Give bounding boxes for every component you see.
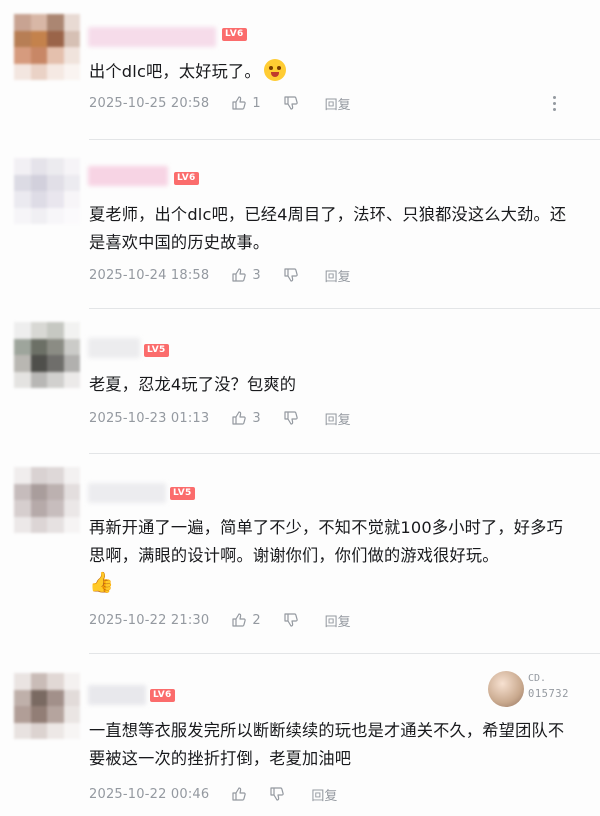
comment-text: 出个dlc吧，太好玩了。 (89, 58, 578, 86)
comment-item: LV5 再新开通了一遍，简单了不少，不知不觉就100多小时了，好多巧思啊，满眼的… (0, 455, 600, 655)
reply-button[interactable]: 回复 (311, 785, 337, 804)
divider (89, 653, 600, 654)
avatar[interactable] (14, 158, 80, 224)
reply-button[interactable]: 回复 (325, 409, 351, 428)
laughing-emoji-icon (263, 59, 286, 81)
comment-meta: 2025-10-22 21:30 2 回复 (89, 610, 351, 630)
comment-text: 再新开通了一遍，简单了不少，不知不觉就100多小时了，好多巧思啊，满眼的设计啊。… (89, 514, 578, 598)
comment-item: LV6 CD. 015732 一直想等衣服发完所以断断续续的玩也是才通关不久，希… (0, 655, 600, 816)
comment-date: 2025-10-22 00:46 (89, 786, 210, 802)
avatar[interactable] (14, 322, 80, 388)
comment-date: 2025-10-22 21:30 (89, 612, 210, 628)
like-count: 1 (252, 95, 261, 111)
comment-body: 再新开通了一遍，简单了不少，不知不觉就100多小时了，好多巧思啊，满眼的设计啊。… (89, 518, 563, 565)
comment-text: 老夏，忍龙4玩了没？包爽的 (89, 375, 297, 394)
comment-item: LV5 老夏，忍龙4玩了没？包爽的 2025-10-23 01:13 3 回复 (0, 310, 600, 455)
comment-date: 2025-10-25 20:58 (89, 95, 210, 111)
comment-item: LV6 夏老师，出个dlc吧，已经4周目了，法环、只狼都没这么大劲。还是喜欢中国… (0, 140, 600, 310)
comment-item: LV6 出个dlc吧，太好玩了。 2025-10-25 20:58 1 回复 (0, 0, 600, 140)
like-icon[interactable] (231, 786, 247, 802)
comment-text: 夏老师，出个dlc吧，已经4周目了，法环、只狼都没这么大劲。还是喜欢中国的历史故… (89, 205, 567, 252)
username[interactable] (88, 685, 146, 705)
dislike-icon[interactable] (269, 786, 285, 802)
comment-body: 出个dlc吧，太好玩了。 (89, 62, 261, 81)
like-count: 3 (252, 267, 261, 283)
level-badge: LV5 (170, 487, 195, 500)
reply-button[interactable]: 回复 (325, 611, 351, 630)
comment-date: 2025-10-24 18:58 (89, 267, 210, 283)
like-icon[interactable] (231, 410, 247, 426)
more-options-icon[interactable] (552, 95, 556, 111)
like-count: 3 (252, 410, 261, 426)
level-badge: LV6 (222, 28, 247, 41)
reply-button[interactable]: 回复 (325, 266, 351, 285)
divider (89, 453, 600, 454)
comment-text: 一直想等衣服发完所以断断续续的玩也是才通关不久，希望团队不要被这一次的挫折打倒，… (89, 721, 565, 768)
username[interactable] (88, 27, 216, 47)
fan-badge-number: 015732 (528, 688, 569, 700)
dislike-icon[interactable] (283, 410, 299, 426)
fan-badge-avatar-icon (488, 671, 524, 707)
reply-button[interactable]: 回复 (325, 94, 351, 113)
comment-meta: 2025-10-22 00:46 回复 (89, 784, 337, 804)
avatar[interactable] (14, 467, 80, 533)
level-badge: LV6 (150, 689, 175, 702)
avatar[interactable] (14, 673, 80, 739)
dislike-icon[interactable] (283, 612, 299, 628)
avatar[interactable] (14, 14, 80, 80)
level-badge: LV6 (174, 172, 199, 185)
like-icon[interactable] (231, 612, 247, 628)
thumbs-up-emoji-icon: 👍 (89, 570, 115, 594)
comment-meta: 2025-10-23 01:13 3 回复 (89, 408, 351, 428)
comment-date: 2025-10-23 01:13 (89, 410, 210, 426)
like-icon[interactable] (231, 267, 247, 283)
comment-meta: 2025-10-25 20:58 1 回复 (89, 93, 351, 113)
username[interactable] (88, 338, 140, 358)
divider (89, 308, 600, 309)
comment-meta: 2025-10-24 18:58 3 回复 (89, 265, 351, 285)
like-count: 2 (252, 612, 261, 628)
dislike-icon[interactable] (283, 95, 299, 111)
like-icon[interactable] (231, 95, 247, 111)
dislike-icon[interactable] (283, 267, 299, 283)
level-badge: LV5 (144, 344, 169, 357)
username[interactable] (88, 166, 168, 186)
fan-badge-label: CD. (528, 673, 547, 684)
fan-badge[interactable]: CD. 015732 (488, 671, 578, 707)
username[interactable] (88, 483, 166, 503)
